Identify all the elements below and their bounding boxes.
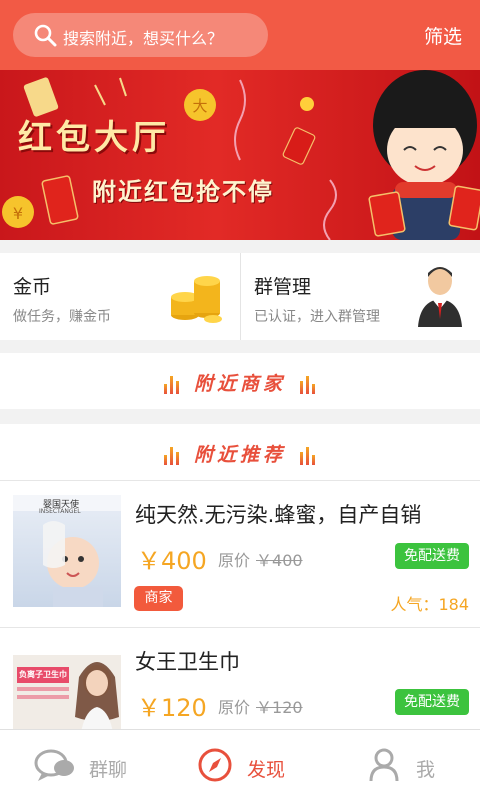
bars-icon (163, 446, 180, 465)
svg-text:大: 大 (192, 97, 207, 115)
group-manage-title: 群管理 (254, 276, 312, 298)
user-icon (369, 748, 399, 782)
top-bar: 搜索附近，想买什么？ 筛选 (0, 0, 480, 70)
product-image-brand-en: INSECTANGEL (39, 508, 81, 515)
tab-me-label: 我 (416, 759, 436, 781)
chat-bubbles-icon (34, 749, 74, 781)
gold-coin-title: 金币 (13, 276, 52, 298)
nearby-merchants-section[interactable]: 附近商家 (0, 353, 480, 409)
product-image: 婴国天使 INSECTANGEL (13, 495, 121, 607)
tab-group-chat[interactable]: 群聊 (0, 730, 160, 801)
product-name: 女王卫生巾 (135, 650, 240, 674)
group-manage-card[interactable]: 群管理 已认证，进入群管理 (241, 253, 480, 340)
nearby-recommend-section[interactable]: 附近推荐 (0, 424, 480, 480)
merchant-tag[interactable]: 商家 (134, 586, 183, 611)
original-price: ￥400 (256, 551, 303, 570)
compass-icon (198, 748, 232, 782)
search-box[interactable]: 搜索附近，想买什么？ (13, 13, 268, 57)
tab-discover[interactable]: 发现 (160, 730, 320, 801)
product-item[interactable]: 婴国天使 INSECTANGEL 纯天然.无污染.蜂蜜，自产自销 ￥400 原价… (0, 481, 480, 627)
popularity-count: 人气：184 (390, 595, 469, 614)
nearby-merchants-label: 附近商家 (193, 373, 286, 395)
product-image-headline: 负离子卫生巾 (19, 670, 67, 679)
bars-icon (300, 375, 316, 394)
red-envelope-banner[interactable]: ¥ 大 红包大厅 附近红包抢不停 (0, 70, 480, 240)
manager-avatar-icon (418, 267, 462, 327)
product-image: 负离子卫生巾 (13, 641, 121, 729)
original-price-label: 原价 (218, 698, 251, 717)
product-item[interactable]: 负离子卫生巾 女王卫生巾 ￥120 原价 ￥120 免配送费 (0, 628, 480, 729)
tab-discover-label: 发现 (247, 759, 286, 781)
tab-me[interactable]: 我 (320, 730, 480, 801)
search-placeholder: 搜索附近，想买什么？ (63, 29, 224, 48)
gold-coin-subtitle: 做任务，赚金币 (13, 309, 111, 325)
banner-subtitle: 附近红包抢不停 (92, 177, 274, 206)
original-price: ￥120 (256, 698, 303, 717)
nearby-recommend-label: 附近推荐 (193, 444, 286, 466)
banner-title: 红包大厅 (18, 118, 170, 158)
feature-cards: 金币 做任务，赚金币 群管理 已认证，进入群管理 (0, 253, 480, 340)
bars-icon (300, 446, 316, 465)
group-manage-subtitle: 已认证，进入群管理 (254, 309, 380, 325)
gold-coins-icon (171, 276, 222, 323)
filter-button[interactable]: 筛选 (424, 22, 462, 49)
free-shipping-badge: 免配送费 (395, 689, 469, 715)
sanitary-pad-product-image (13, 641, 121, 729)
bottom-tab-bar: 群聊 发现 我 (0, 729, 480, 801)
free-shipping-badge: 免配送费 (395, 543, 469, 569)
bars-icon (163, 375, 180, 394)
product-price: ￥120 (137, 694, 207, 722)
product-price: ￥400 (137, 547, 207, 575)
product-name: 纯天然.无污染.蜂蜜，自产自销 (135, 503, 422, 527)
original-price-label: 原价 (218, 551, 251, 570)
tab-group-chat-label: 群聊 (89, 759, 128, 781)
search-icon (34, 24, 57, 47)
gold-coin-card[interactable]: 金币 做任务，赚金币 (0, 253, 240, 340)
svg-text:¥: ¥ (13, 204, 23, 223)
